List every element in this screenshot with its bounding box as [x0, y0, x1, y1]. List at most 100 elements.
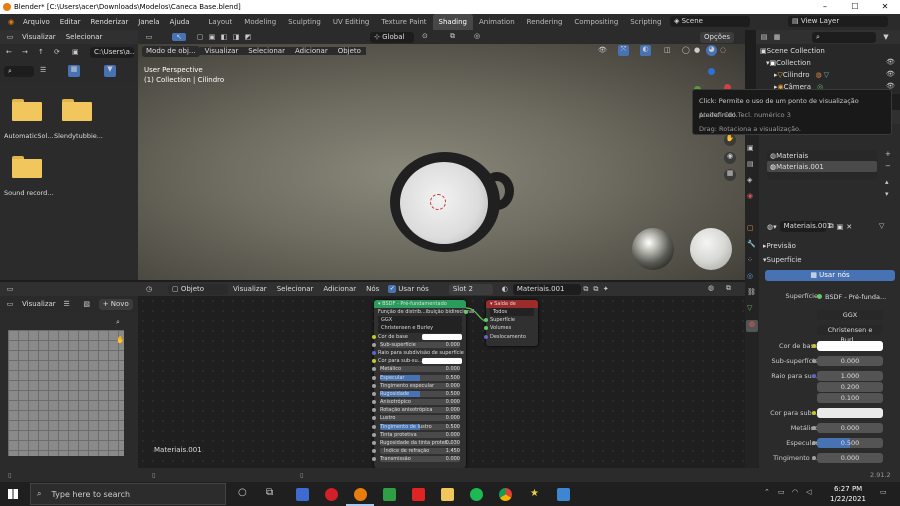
menu-edit[interactable]: Editar [55, 18, 86, 26]
app-icon-1[interactable] [296, 488, 309, 501]
3d-viewport[interactable]: Modo de obj... Visualizar Selecionar Adi… [138, 44, 745, 280]
socket-sheen-tint[interactable]: Tingimento de lustro 0.500 [372, 423, 466, 431]
gizmo-toggle-icon[interactable]: ⤧ [618, 45, 629, 56]
node-editor-canvas[interactable]: ▾ BSDF - Pré-fundamentado Função de dist… [138, 296, 745, 468]
orientation-dropdown[interactable]: ⊹ Global [370, 32, 414, 43]
unlink-icon[interactable]: ✕ [846, 223, 852, 231]
tray-chevron-icon[interactable]: ⌃ [764, 488, 770, 496]
specular-field[interactable]: 0.500 [817, 438, 883, 448]
menu-render[interactable]: Renderizar [86, 18, 134, 26]
new-folder-icon[interactable]: ▣ [72, 48, 79, 56]
minimize-button[interactable]: – [810, 0, 840, 14]
viewport-menu-object[interactable]: Objeto [332, 47, 366, 55]
socket-transmission[interactable]: Transmissão 0.000 [372, 455, 466, 463]
pivot-icon[interactable]: ⊙ [422, 32, 428, 40]
ortho-grid-icon[interactable]: ▦ [724, 169, 736, 181]
output-node-header[interactable]: ▾ Saída de material [486, 300, 538, 315]
select-intersect-icon[interactable]: ◩ [242, 33, 254, 41]
nav-gizmo-z-axis[interactable] [708, 68, 715, 75]
outliner-collection[interactable]: ▾ ▣ Collection [766, 58, 811, 68]
options-dropdown[interactable]: Opções [700, 32, 735, 43]
socket-dot[interactable] [372, 416, 376, 421]
grid-view-icon[interactable]: ▦ [68, 65, 80, 77]
select-subtract-icon[interactable]: ◧ [218, 33, 230, 41]
subsurface-color-swatch[interactable] [817, 408, 883, 418]
add-slot-icon[interactable]: + [885, 150, 891, 158]
folder-icon[interactable] [62, 99, 92, 121]
sss-method-dropdown[interactable]: Christensen e Burl... [817, 325, 883, 344]
subsurface-radius-z[interactable]: 0.100 [817, 393, 883, 403]
roblox-icon[interactable] [412, 488, 425, 501]
object-type-dropdown[interactable]: ▢ Objeto [168, 283, 228, 295]
camera-view-icon[interactable]: ◉ [724, 152, 736, 164]
blender-taskbar-icon[interactable] [354, 488, 367, 501]
slot-dropdown[interactable]: Slot 2 [448, 283, 493, 295]
shading-rendered-icon[interactable]: ◌ [720, 46, 726, 54]
node-menu-add[interactable]: Adicionar [318, 285, 361, 293]
shading-material-icon[interactable]: ◕ [706, 45, 717, 56]
node-menu-nodes[interactable]: Nós [361, 285, 384, 293]
particles-tab-icon[interactable]: ⁘ [747, 256, 753, 264]
socket-roughness[interactable]: Rugosidade 0.500 [372, 390, 466, 398]
browse-funnel-icon[interactable]: ▽ [879, 222, 884, 230]
tab-uv-editing[interactable]: UV Editing [327, 14, 376, 30]
principled-bsdf-node[interactable]: ▾ BSDF - Pré-fundamentado Função de dist… [372, 300, 474, 468]
app-icon-2[interactable] [557, 488, 570, 501]
zoom-icon[interactable]: ⌕ [116, 318, 120, 327]
material-datablock[interactable]: ◍▾ Materiais.001 ⧉ ▣ ✕ [767, 221, 871, 232]
file-explorer-icon[interactable] [441, 488, 454, 501]
subsurface-field[interactable]: 0.000 [817, 356, 883, 366]
socket-displacement[interactable]: Deslocamento [484, 333, 538, 341]
fake-user-icon[interactable]: ⧉ [829, 222, 834, 231]
parent-folder-icon[interactable]: ↑ [38, 48, 44, 56]
snap-icon[interactable]: ⧉ [450, 32, 455, 41]
taskbar-date[interactable]: 1/22/2021 [830, 495, 866, 503]
volume-icon[interactable]: ◁ [806, 488, 811, 496]
bsdf-sss-dropdown[interactable]: Christensen e Burley [374, 324, 466, 333]
node-menu-view[interactable]: Visualizar [228, 285, 272, 293]
node-menu-select[interactable]: Selecionar [272, 285, 319, 293]
material-name-field[interactable]: Materiais.001 [512, 283, 581, 295]
scene-tab-icon[interactable]: ◈ [747, 176, 752, 184]
tab-rendering[interactable]: Rendering [521, 14, 569, 30]
tab-scripting[interactable]: Scripting [624, 14, 667, 30]
pin-icon[interactable]: ✦ [601, 285, 611, 293]
remove-slot-icon[interactable]: − [885, 162, 891, 170]
scene-selector[interactable]: ◈ Scene [670, 16, 750, 27]
filter-icon[interactable]: ▼ [880, 33, 892, 41]
view-layer-selector[interactable]: ▤ View Layer [788, 16, 888, 27]
notification-icon[interactable]: ▭ [880, 488, 887, 496]
socket-subsurface-color[interactable]: Cor para sub-su... [372, 357, 466, 365]
file-item-label[interactable]: Sound record... [4, 189, 54, 197]
maximize-button[interactable]: ☐ [840, 0, 870, 14]
socket-surface[interactable]: Superfície [484, 316, 538, 324]
select-extend-icon[interactable]: ▣ [206, 33, 218, 41]
socket-specular[interactable]: Especular 0.500 [372, 374, 466, 382]
specular-tint-field[interactable]: 0.000 [817, 453, 883, 463]
distribution-dropdown[interactable]: GGX [817, 310, 883, 320]
output-target-dropdown[interactable]: Todos [486, 308, 538, 317]
socket-dot[interactable] [372, 449, 376, 454]
socket-dot[interactable] [484, 318, 488, 323]
wifi-icon[interactable]: ◠ [792, 488, 798, 496]
socket-dot[interactable] [372, 432, 376, 437]
select-invert-icon[interactable]: ◨ [230, 33, 242, 41]
material-slot-item-active[interactable]: ◍ Materiais.001 [767, 161, 877, 172]
select-tool-icon[interactable]: ↖ [172, 33, 186, 41]
outliner-search-input[interactable]: ⌕ [812, 31, 876, 43]
subsurface-radius-x[interactable]: 1.000 [817, 371, 883, 381]
network-icon[interactable]: ▭ [778, 488, 785, 496]
taskbar-time[interactable]: 6:27 PM [834, 485, 862, 493]
file-browser-menu-select[interactable]: Selecionar [61, 33, 108, 41]
taskbar-search-input[interactable]: Type here to search [51, 490, 130, 499]
new-image-button[interactable]: + Novo [98, 298, 133, 310]
data-tab-icon[interactable]: ▽ [747, 304, 752, 312]
socket-clearcoat[interactable]: Tinta protetiva 0.000 [372, 431, 466, 439]
material-slot-item[interactable]: ◍ Materiais [767, 150, 877, 161]
socket-specular-tint[interactable]: Tingimento especular 0.000 [372, 382, 466, 390]
duplicate-icon[interactable]: ⧉ [591, 285, 601, 294]
socket-base-color[interactable]: Cor de base [372, 333, 466, 341]
socket-dot[interactable] [484, 334, 488, 339]
image-editor-menu-view[interactable]: Visualizar [17, 300, 61, 308]
menu-window[interactable]: Janela [133, 18, 164, 26]
